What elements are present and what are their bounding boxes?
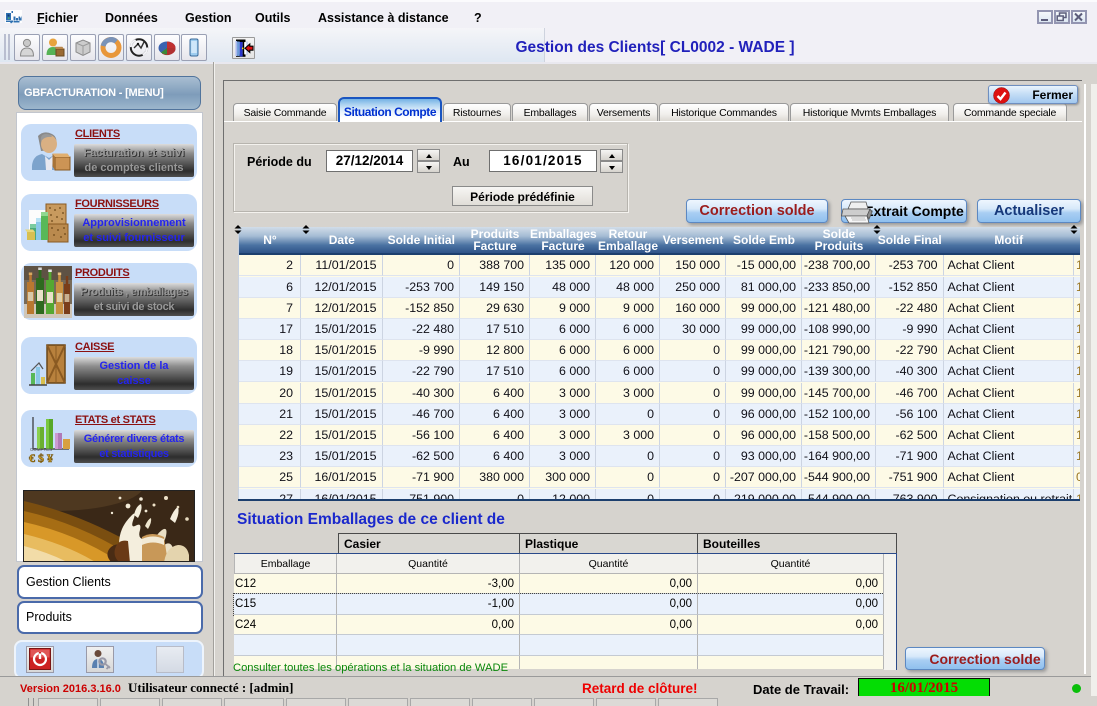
svg-text:€ $ ¥: € $ ¥ (29, 451, 53, 465)
